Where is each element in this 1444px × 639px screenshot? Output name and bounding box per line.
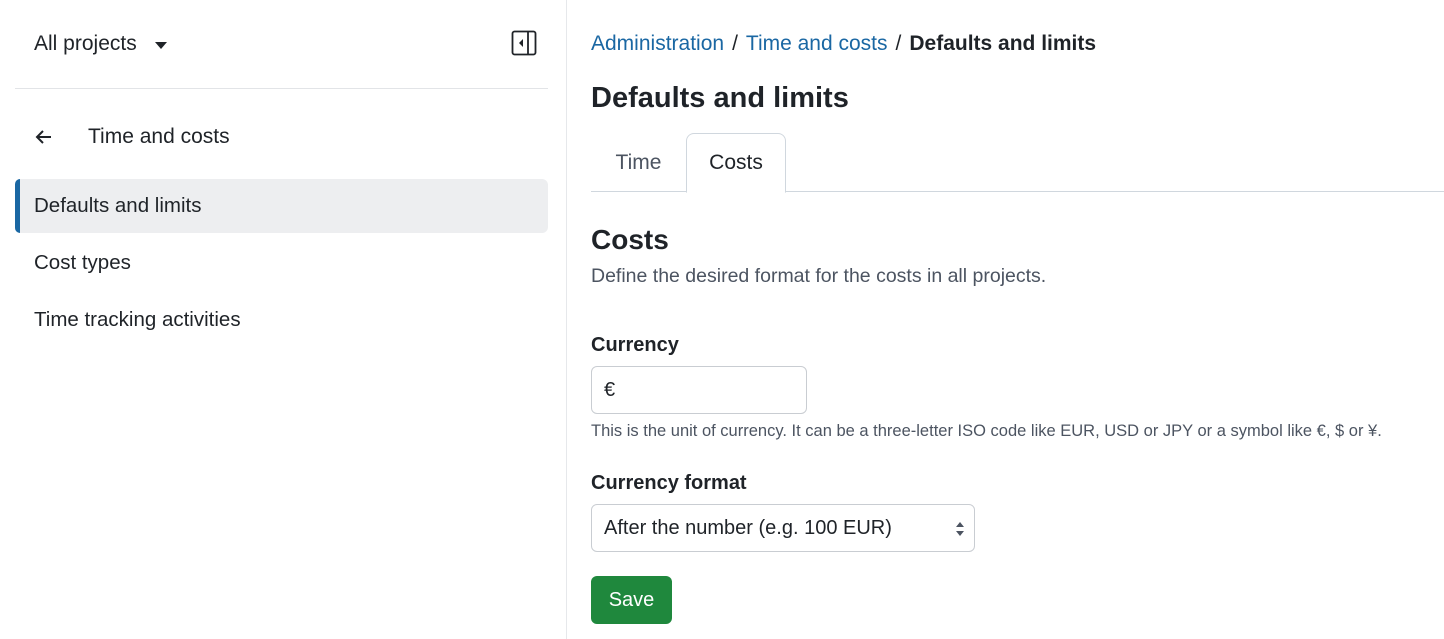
breadcrumb-separator: / [895,32,902,55]
tab-time[interactable]: Time [591,133,686,192]
tab-costs[interactable]: Costs [686,133,786,193]
sidebar-item-label: Cost types [34,251,131,274]
collapse-sidebar-button[interactable] [511,30,537,56]
select-arrows-icon [956,522,964,536]
arrow-left-icon [35,130,51,144]
currency-help-text: This is the unit of currency. It can be … [591,422,1382,440]
breadcrumb-separator: / [732,32,738,55]
sidebar-collapse-icon [511,30,537,56]
section-description: Define the desired format for the costs … [591,265,1047,287]
project-selector-label: All projects [34,32,137,55]
sidebar-item-time-tracking-activities[interactable]: Time tracking activities [15,293,548,347]
currency-format-select[interactable]: After the number (e.g. 100 EUR) [591,504,975,552]
sidebar-item-label: Time tracking activities [34,308,241,331]
sidebar-item-label: Defaults and limits [34,194,202,217]
currency-input[interactable] [591,366,807,414]
sidebar: All projects Time and costs Defaults and… [0,0,567,639]
save-button[interactable]: Save [591,576,672,624]
project-selector[interactable]: All projects [34,32,167,56]
currency-label: Currency [591,334,679,356]
breadcrumb-current: Defaults and limits [909,32,1097,55]
sidebar-header: All projects [15,0,548,89]
currency-format-selected: After the number (e.g. 100 EUR) [604,516,892,539]
back-link-label: Time and costs [88,125,230,148]
breadcrumb-time-and-costs[interactable]: Time and costs [746,32,888,56]
tab-bar: Time Costs [591,133,1444,193]
app-root: All projects Time and costs Defaults and… [0,0,1444,639]
sidebar-item-cost-types[interactable]: Cost types [15,236,548,290]
sidebar-menu: Defaults and limits Cost types Time trac… [15,179,548,350]
section-title: Costs [591,224,669,255]
back-link-time-and-costs[interactable]: Time and costs [34,125,230,149]
main-content: Administration / Time and costs / Defaul… [567,0,1444,639]
breadcrumb: Administration / Time and costs / Defaul… [591,32,1096,56]
caret-down-icon [154,41,167,49]
sidebar-item-defaults-and-limits[interactable]: Defaults and limits [15,179,548,233]
breadcrumb-administration[interactable]: Administration [591,32,724,56]
page-title: Defaults and limits [591,82,849,114]
currency-format-label: Currency format [591,472,747,494]
